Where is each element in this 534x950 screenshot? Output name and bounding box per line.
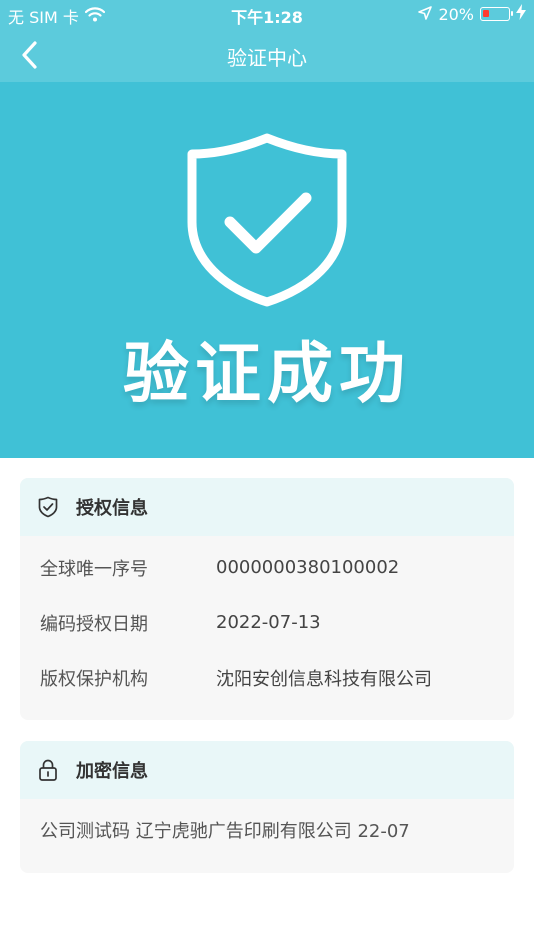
encryption-info-card: 加密信息 公司测试码 辽宁虎驰广告印刷有限公司 22-07 <box>20 741 514 873</box>
info-row-serial: 全球唯一序号 0000000380100002 <box>20 540 514 595</box>
battery-percent: 20% <box>438 4 474 24</box>
navigation-bar: 验证中心 <box>0 28 534 82</box>
success-text: 验证成功 <box>123 335 411 412</box>
organization-value: 沈阳安创信息科技有限公司 <box>216 668 432 690</box>
card-header-encryption: 加密信息 <box>20 741 514 799</box>
shield-check-icon <box>187 133 347 307</box>
info-row-organization: 版权保护机构 沈阳安创信息科技有限公司 <box>20 650 514 705</box>
info-row-date: 编码授权日期 2022-07-13 <box>20 595 514 650</box>
verification-banner: 验证成功 <box>0 82 534 458</box>
page-title: 验证中心 <box>227 46 307 70</box>
encryption-content: 公司测试码 辽宁虎驰广告印刷有限公司 22-07 <box>40 821 410 842</box>
lightning-icon <box>516 4 526 24</box>
lock-icon <box>39 759 57 781</box>
date-label: 编码授权日期 <box>40 613 148 635</box>
card-title: 加密信息 <box>76 761 148 782</box>
location-arrow-icon <box>418 5 433 24</box>
authorization-rows: 全球唯一序号 0000000380100002 编码授权日期 2022-07-1… <box>20 536 514 705</box>
card-header-authorization: 授权信息 <box>20 478 514 536</box>
serial-value: 0000000380100002 <box>216 557 400 578</box>
shield-check-icon <box>38 496 58 518</box>
status-right: 20% <box>418 4 526 24</box>
organization-label: 版权保护机构 <box>40 668 148 690</box>
card-title: 授权信息 <box>76 498 148 519</box>
status-bar: 无 SIM 卡 下午1:28 20% <box>0 0 534 28</box>
authorization-info-card: 授权信息 全球唯一序号 0000000380100002 编码授权日期 2022… <box>20 478 514 720</box>
battery-level <box>483 10 489 17</box>
battery-icon <box>480 7 513 21</box>
date-value: 2022-07-13 <box>216 612 321 633</box>
serial-label: 全球唯一序号 <box>40 558 148 580</box>
